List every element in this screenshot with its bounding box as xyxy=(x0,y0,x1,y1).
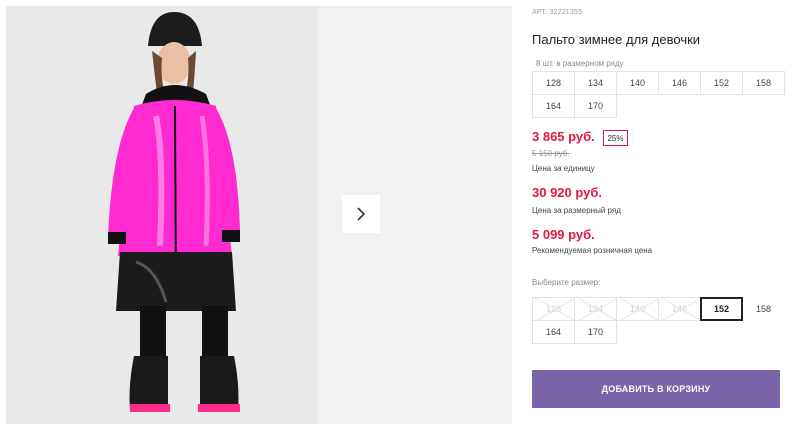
rrp-price: 5 099 руб. xyxy=(532,227,595,242)
choose-size-caption: Выберите размер: xyxy=(532,278,601,287)
pack-size-cell: 158 xyxy=(742,71,785,95)
unit-price: 3 865 руб. xyxy=(532,129,595,144)
size-option-164[interactable]: 164 xyxy=(532,320,575,344)
size-option-128: 128 xyxy=(532,297,575,321)
discount-badge: 25% xyxy=(603,130,628,146)
chevron-right-icon xyxy=(357,207,366,221)
old-price: 5 150 руб. xyxy=(532,149,570,158)
size-option-152[interactable]: 152 xyxy=(700,297,743,321)
size-selector: 128 134 140 146 152 158 164 170 xyxy=(532,297,785,344)
pack-size-cell: 152 xyxy=(700,71,743,95)
article-number: АРТ. 32221355 xyxy=(532,9,583,16)
pack-caption: 8 шт. в размерном ряду xyxy=(536,59,624,68)
girl-in-pink-coat-image xyxy=(6,6,318,424)
pack-size-grid: 128 134 140 146 152 158 164 170 xyxy=(532,71,785,118)
size-option-140: 140 xyxy=(616,297,659,321)
unit-price-caption: Цена за единицу xyxy=(532,164,595,173)
product-photo[interactable] xyxy=(6,6,318,424)
pack-size-cell: 170 xyxy=(574,94,617,118)
product-title: Пальто зимнее для девочки xyxy=(532,32,701,47)
pack-size-cell: 140 xyxy=(616,71,659,95)
size-option-170[interactable]: 170 xyxy=(574,320,617,344)
size-option-158[interactable]: 158 xyxy=(742,297,785,321)
pack-price-caption: Цена за размерный ряд xyxy=(532,206,621,215)
next-photo-button[interactable] xyxy=(342,195,380,233)
pack-price: 30 920 руб. xyxy=(532,185,603,200)
size-option-134: 134 xyxy=(574,297,617,321)
pack-size-cell: 128 xyxy=(532,71,575,95)
add-to-cart-button[interactable]: ДОБАВИТЬ В КОРЗИНУ xyxy=(532,370,780,408)
product-gallery xyxy=(0,0,512,426)
rrp-price-caption: Рекомендуемая розничная цена xyxy=(532,246,653,255)
pack-size-cell: 146 xyxy=(658,71,701,95)
pack-size-cell: 164 xyxy=(532,94,575,118)
size-option-146: 146 xyxy=(658,297,701,321)
pack-size-cell: 134 xyxy=(574,71,617,95)
